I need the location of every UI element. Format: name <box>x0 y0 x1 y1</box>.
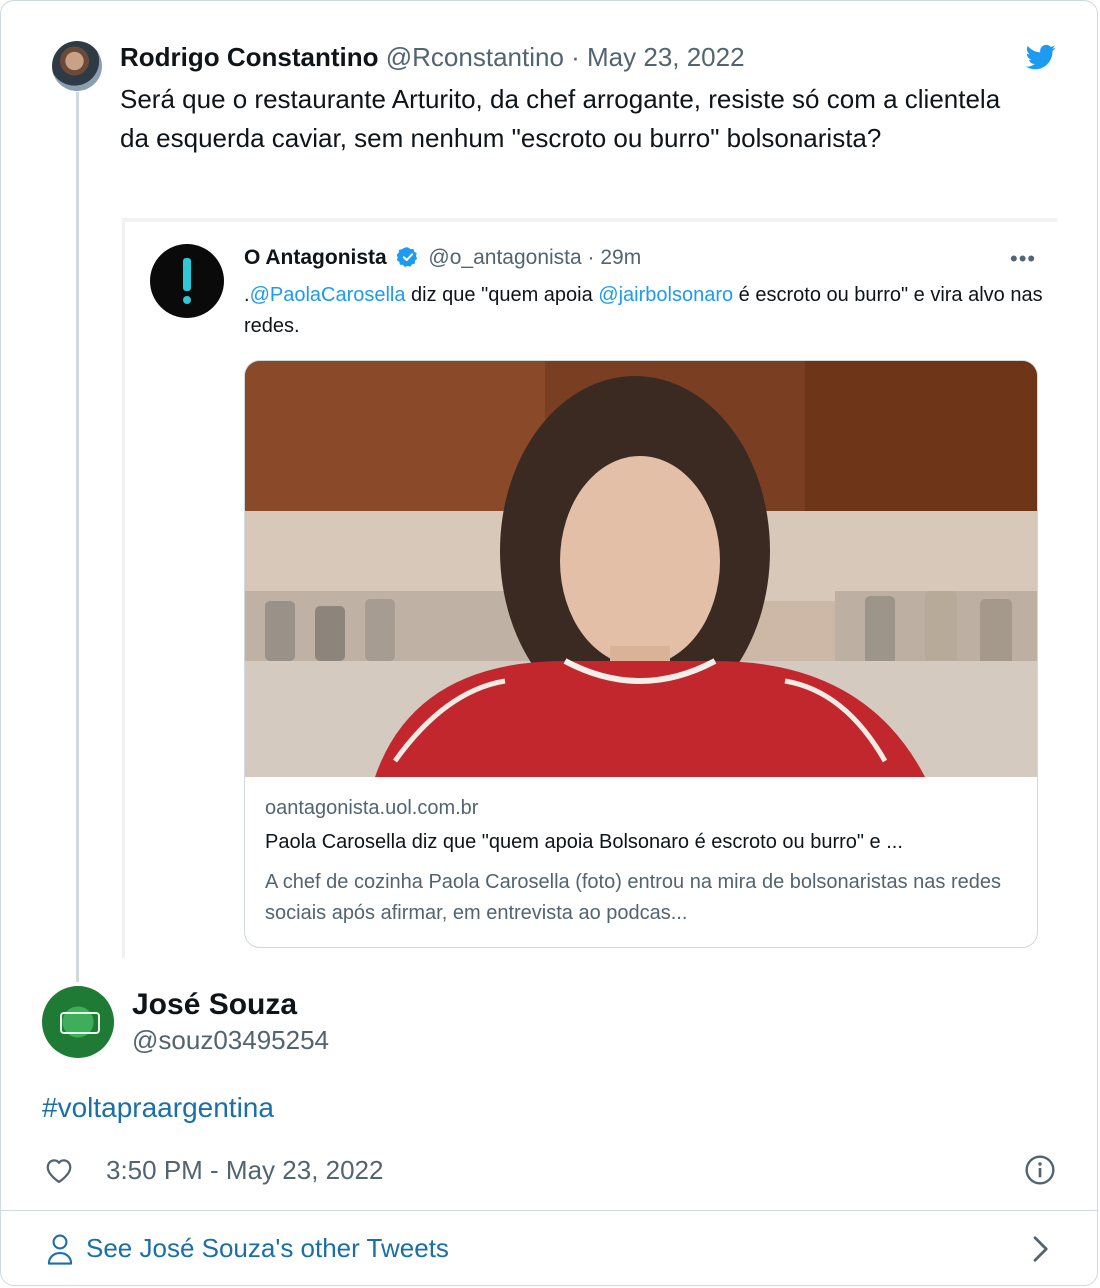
top-tweet-date[interactable]: May 23, 2022 <box>587 42 745 72</box>
embedded-handle: @o_antagonista <box>428 246 582 269</box>
embedded-time: · 29m <box>587 246 642 269</box>
heart-icon[interactable] <box>44 1156 74 1184</box>
embedded-text-mid: diz que "quem apoia <box>405 284 599 306</box>
top-tweet-separator: · <box>563 42 588 72</box>
mention-paola: @PaolaCarosella <box>249 284 406 306</box>
avatar-rodrigo[interactable] <box>52 41 102 91</box>
person-icon <box>47 1234 73 1265</box>
verified-badge-icon <box>396 247 417 268</box>
hashtag-link[interactable]: #voltapraargentina <box>42 1092 274 1124</box>
link-domain: oantagonista.uol.com.br <box>265 797 479 819</box>
top-tweet-header: Rodrigo Constantino @Rconstantino · May … <box>120 42 745 73</box>
top-tweet-text: Será que o restaurante Arturito, da chef… <box>120 84 1001 153</box>
antagonista-logo <box>150 244 224 318</box>
tweet-timestamp[interactable]: 3:50 PM - May 23, 2022 <box>106 1155 383 1186</box>
more-icon: ••• <box>1010 246 1037 271</box>
embedded-tweet-header: O Antagonista @o_antagonista · 29m <box>244 246 641 270</box>
see-other-tweets-link[interactable]: See José Souza's other Tweets <box>86 1233 449 1264</box>
top-tweet-author-name[interactable]: Rodrigo Constantino <box>120 42 379 72</box>
link-preview-card: oantagonista.uol.com.br Paola Carosella … <box>244 360 1038 948</box>
embedded-author-name: O Antagonista <box>244 246 387 269</box>
top-tweet-handle[interactable]: @Rconstantino <box>386 42 564 72</box>
info-icon[interactable] <box>1024 1154 1056 1186</box>
mention-jair: @jairbolsonaro <box>598 284 734 306</box>
bottom-tweet-author-name[interactable]: José Souza <box>132 988 297 1022</box>
thread-line <box>76 92 79 982</box>
twitter-bird-icon[interactable] <box>1024 42 1058 72</box>
embedded-tweet-text: .@PaolaCarosella diz que "quem apoia @ja… <box>244 280 1044 342</box>
chevron-right-icon[interactable] <box>1030 1234 1050 1264</box>
bottom-tweet-handle[interactable]: @souz03495254 <box>132 1025 329 1056</box>
link-title: Paola Carosella diz que "quem apoia Bols… <box>265 831 903 853</box>
link-description: A chef de cozinha Paola Carosella (foto)… <box>265 871 1001 924</box>
footer-divider <box>0 1210 1098 1211</box>
article-photo <box>245 361 1037 777</box>
avatar-jose[interactable] <box>42 986 114 1058</box>
